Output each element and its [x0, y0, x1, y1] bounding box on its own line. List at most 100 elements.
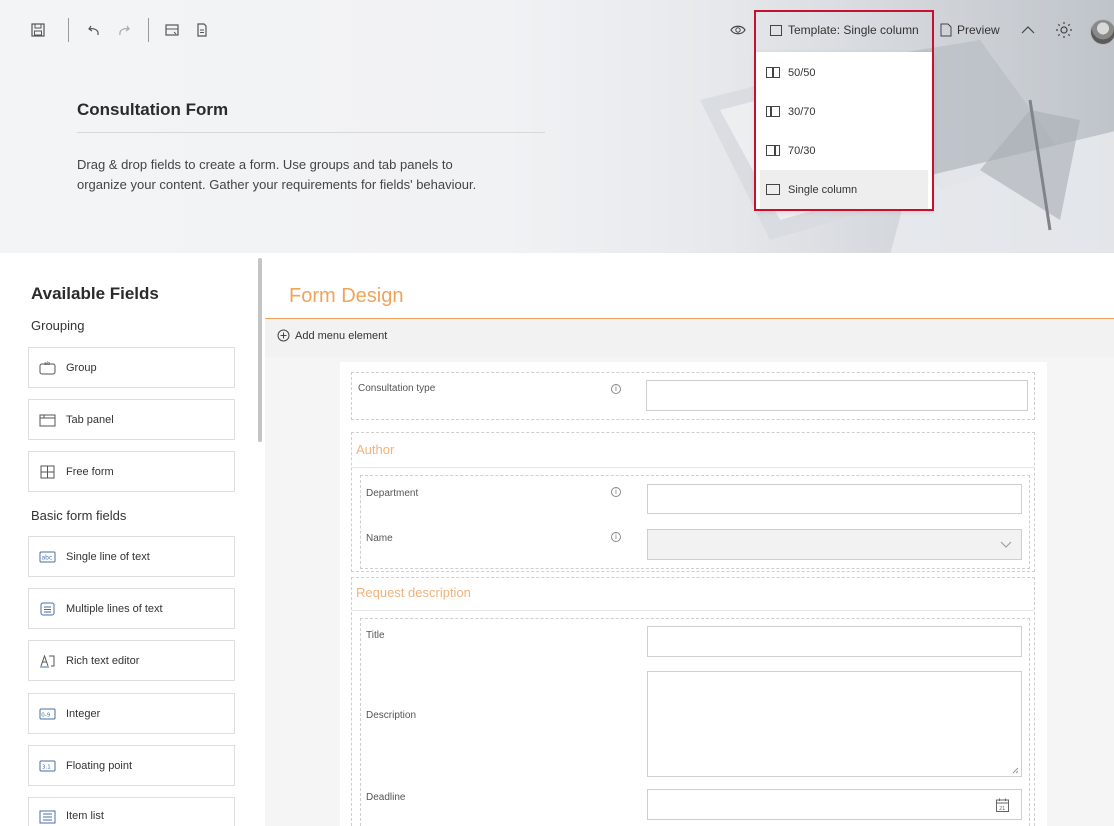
tab-panel-icon — [39, 413, 56, 427]
avatar[interactable] — [1090, 19, 1114, 45]
add-menu-element-button[interactable]: Add menu element — [277, 329, 387, 342]
field-rich-text-editor[interactable]: Rich text editor — [28, 640, 235, 681]
svg-text:0-9: 0-9 — [41, 712, 50, 718]
field-label: Group — [66, 361, 97, 374]
template-option-30-70[interactable]: 30/70 — [756, 92, 932, 131]
template-menu: 50/50 30/70 70/30 Single column — [756, 52, 932, 209]
field-label: Multiple lines of text — [66, 602, 163, 615]
template-dropdown-button[interactable]: Template: Single column — [762, 16, 930, 44]
field-floating-point[interactable]: 3.1 Floating point — [28, 745, 235, 786]
department-label: Department — [366, 488, 419, 499]
info-icon[interactable]: i — [611, 384, 621, 394]
item-list-icon — [39, 810, 56, 824]
title-label: Title — [366, 630, 385, 641]
name-select[interactable] — [647, 529, 1022, 560]
field-integer[interactable]: 0-9 Integer — [28, 693, 235, 734]
name-label: Name — [366, 533, 393, 544]
available-fields-title: Available Fields — [31, 284, 159, 303]
single-line-text-icon: abc — [39, 550, 56, 564]
field-item-list[interactable]: Item list — [28, 797, 235, 826]
consultation-type-label: Consultation type — [358, 383, 436, 394]
integer-icon: 0-9 — [39, 707, 56, 721]
page-title: Consultation Form — [77, 100, 229, 119]
toolbar-divider — [148, 18, 149, 42]
eye-icon[interactable] — [728, 20, 748, 40]
description-textarea[interactable] — [647, 671, 1022, 777]
document-icon — [940, 23, 952, 37]
layout-70-30-icon — [766, 145, 780, 156]
add-menu-label: Add menu element — [295, 329, 388, 342]
template-option-label: 30/70 — [788, 105, 816, 118]
menu-bar — [265, 319, 1114, 357]
field-label: Tab panel — [66, 413, 114, 426]
form-description: Drag & drop fields to create a form. Use… — [77, 155, 557, 195]
header-banner: Template: Single column Preview Consulta… — [0, 0, 1114, 253]
field-single-line-text[interactable]: abc Single line of text — [28, 536, 235, 577]
consultation-type-input[interactable] — [646, 380, 1028, 411]
chevron-up-icon[interactable] — [1018, 20, 1038, 40]
field-tab-panel[interactable]: Tab panel — [28, 399, 235, 440]
grouping-heading: Grouping — [31, 318, 85, 333]
section-divider — [352, 467, 1034, 468]
redo-icon[interactable] — [114, 20, 134, 40]
basic-fields-heading: Basic form fields — [31, 508, 127, 523]
template-option-label: Single column — [788, 183, 858, 196]
field-multi-line-text[interactable]: Multiple lines of text — [28, 588, 235, 629]
field-free-form[interactable]: Free form — [28, 451, 235, 492]
description-label: Description — [366, 710, 417, 721]
layout-single-column-icon — [770, 24, 782, 36]
rich-text-icon — [39, 653, 56, 668]
template-option-single-column[interactable]: Single column — [760, 170, 928, 209]
layout-30-70-icon — [766, 106, 780, 117]
gear-icon[interactable] — [1054, 20, 1074, 40]
layout-single-column-icon — [766, 184, 780, 195]
field-label: Free form — [66, 465, 114, 478]
author-section-title: Author — [356, 442, 395, 457]
template-option-70-30[interactable]: 70/30 — [756, 131, 932, 170]
svg-text:ab: ab — [44, 361, 50, 367]
svg-text:3.1: 3.1 — [42, 764, 51, 770]
svg-text:abc: abc — [42, 554, 53, 561]
floating-point-icon: 3.1 — [39, 759, 56, 773]
template-option-label: 50/50 — [788, 66, 816, 79]
layout-50-50-icon — [766, 67, 780, 78]
document-icon[interactable] — [192, 20, 212, 40]
department-input[interactable] — [647, 484, 1022, 514]
form-description-line: Drag & drop fields to create a form. Use… — [77, 157, 453, 172]
info-icon[interactable]: i — [611, 532, 621, 542]
calendar-icon[interactable]: 21 — [996, 798, 1009, 812]
undo-icon[interactable] — [84, 20, 104, 40]
info-icon[interactable]: i — [611, 487, 621, 497]
field-group[interactable]: ab Group — [28, 347, 235, 388]
field-label: Single line of text — [66, 550, 150, 563]
title-divider — [77, 132, 545, 133]
chevron-down-icon — [1000, 541, 1012, 548]
save-icon[interactable] — [28, 20, 48, 40]
group-icon: ab — [39, 361, 56, 375]
field-label: Integer — [66, 707, 101, 720]
preview-button[interactable]: Preview — [940, 16, 1000, 44]
request-section-title: Request description — [356, 585, 471, 600]
toolbar: Template: Single column Preview — [0, 0, 1114, 58]
form-header: Consultation Form — [77, 100, 547, 133]
toolbar-divider — [68, 18, 69, 42]
template-option-label: 70/30 — [788, 144, 816, 157]
form-design-title: Form Design — [289, 285, 404, 307]
multi-line-text-icon — [39, 602, 56, 616]
title-input[interactable] — [647, 626, 1022, 657]
field-label: Item list — [66, 810, 104, 822]
free-form-icon — [39, 465, 56, 479]
scrollbar[interactable] — [258, 258, 262, 442]
template-label: Template: Single column — [788, 23, 919, 37]
svg-text:21: 21 — [999, 806, 1005, 812]
resize-handle-icon[interactable] — [1012, 767, 1019, 774]
plus-circle-icon — [277, 329, 290, 342]
section-divider — [352, 610, 1034, 611]
template-option-50-50[interactable]: 50/50 — [756, 53, 932, 92]
field-label: Floating point — [66, 759, 133, 772]
deadline-date-input[interactable]: 21 — [647, 789, 1022, 820]
deadline-label: Deadline — [366, 792, 406, 803]
form-description-line: organize your content. Gather your requi… — [77, 177, 477, 192]
form-settings-icon[interactable] — [162, 20, 182, 40]
preview-label: Preview — [957, 23, 1000, 37]
